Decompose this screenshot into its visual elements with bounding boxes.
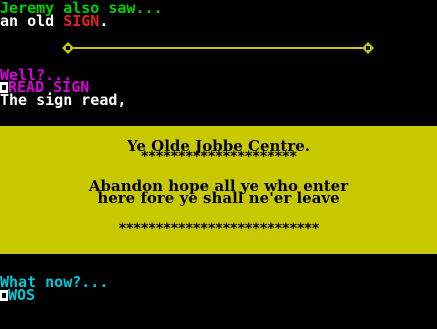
command-input[interactable]: WOS <box>8 286 35 304</box>
intro-line-2-suffix: . <box>99 12 109 30</box>
sign-footer-stars: *************************** <box>118 221 320 237</box>
divider-line <box>62 42 374 54</box>
sign-title-underline: ********************* <box>140 149 297 165</box>
intro-line-2-prefix: an old <box>0 12 64 30</box>
command-line-2[interactable]: WOS <box>0 286 35 304</box>
object-name-sign: SIGN <box>63 12 100 30</box>
diamond-icon <box>62 42 74 54</box>
intro-line-2: an old SIGN. <box>0 12 109 30</box>
diamond-icon <box>362 42 374 54</box>
response-line: The sign read, <box>0 91 127 109</box>
sign-body-line-2: here fore ye shall ne'er leave <box>97 189 340 207</box>
game-screen: Jeremy also saw... an old SIGN. Well?...… <box>0 0 437 329</box>
input-chevron-icon <box>0 290 8 301</box>
sign-panel: Ye Olde Jobbe Centre. ******************… <box>0 126 437 254</box>
